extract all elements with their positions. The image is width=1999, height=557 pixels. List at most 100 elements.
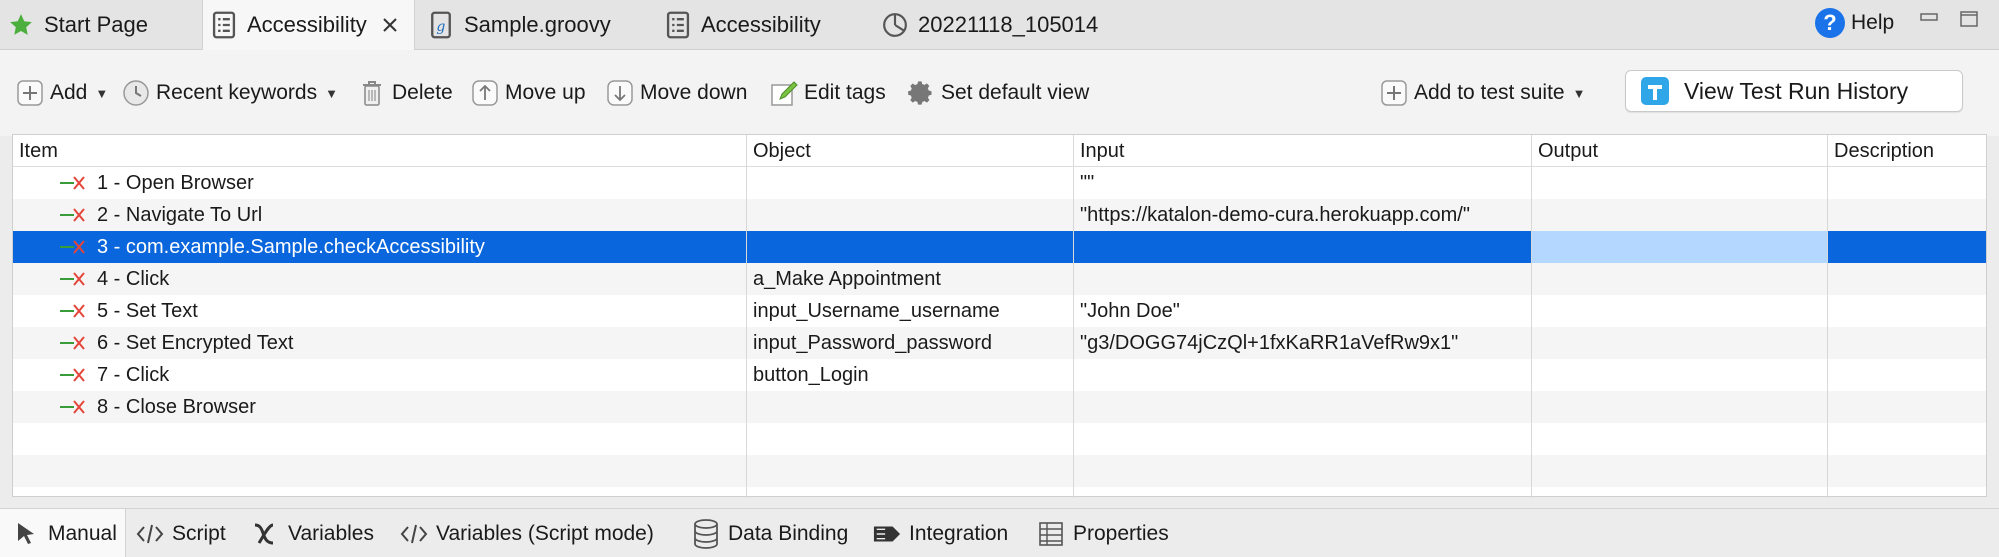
gear-icon	[907, 79, 935, 107]
table-row[interactable]: 7 - Clickbutton_Login	[13, 359, 1986, 391]
integration-icon	[873, 520, 901, 548]
edit-tags-button[interactable]: Edit tags	[770, 74, 886, 112]
tab-label: Integration	[909, 522, 1008, 546]
column-header-input[interactable]: Input	[1076, 135, 1124, 167]
tab-report[interactable]: 20221118_105014	[882, 0, 1098, 50]
step-object-cell[interactable]: input_Username_username	[749, 295, 1069, 327]
move-down-button[interactable]: Move down	[606, 74, 747, 112]
step-output-cell[interactable]	[1534, 167, 1824, 199]
step-input-cell[interactable]: "https://katalon-demo-cura.herokuapp.com…	[1076, 199, 1528, 231]
step-description-cell[interactable]	[1830, 327, 1986, 359]
move-up-button[interactable]: Move up	[471, 74, 586, 112]
report-pie-icon	[882, 11, 908, 39]
column-divider	[746, 135, 747, 498]
column-header-output[interactable]: Output	[1534, 135, 1598, 167]
step-object-cell[interactable]: a_Make Appointment	[749, 263, 1069, 295]
maximize-icon[interactable]	[1959, 10, 1979, 28]
column-header-description[interactable]: Description	[1830, 135, 1934, 167]
tab-script[interactable]: Script	[136, 509, 226, 557]
keyword-step-icon	[59, 334, 87, 352]
tab-label: Accessibility	[247, 12, 367, 38]
plus-icon	[1380, 79, 1408, 107]
tab-label: Variables	[288, 522, 374, 546]
add-button[interactable]: Add ▼	[16, 74, 108, 112]
add-to-test-suite-button[interactable]: Add to test suite ▼	[1380, 74, 1585, 112]
step-input-cell[interactable]	[1076, 391, 1528, 423]
step-object-cell[interactable]	[749, 391, 1069, 423]
table-row-empty	[13, 423, 1986, 455]
step-input-cell[interactable]: "John Doe"	[1076, 295, 1528, 327]
step-description-cell[interactable]	[1830, 295, 1986, 327]
close-icon[interactable]	[379, 14, 401, 36]
tab-accessibility[interactable]: Accessibility	[665, 0, 821, 50]
step-output-cell[interactable]	[1534, 199, 1824, 231]
table-header: Item Object Input Output Description	[13, 135, 1986, 167]
chevron-down-icon[interactable]: ▼	[1573, 86, 1586, 101]
table-row[interactable]: 4 - Clicka_Make Appointment	[13, 263, 1986, 295]
step-description-cell[interactable]	[1830, 231, 1986, 263]
step-output-cell[interactable]	[1534, 263, 1824, 295]
tab-properties[interactable]: Properties	[1037, 509, 1169, 557]
step-object-cell[interactable]	[749, 167, 1069, 199]
tab-label: Data Binding	[728, 522, 848, 546]
step-output-cell[interactable]	[1534, 359, 1824, 391]
test-steps-table: Item Object Input Output Description 1 -…	[12, 134, 1987, 497]
tab-label: Manual	[48, 522, 117, 546]
step-description-cell[interactable]	[1830, 359, 1986, 391]
minimize-icon[interactable]	[1919, 10, 1939, 28]
column-header-item[interactable]: Item	[15, 135, 58, 167]
edit-tags-label: Edit tags	[804, 81, 886, 105]
step-description-cell[interactable]	[1830, 263, 1986, 295]
column-header-object[interactable]: Object	[749, 135, 811, 167]
add-to-test-suite-label: Add to test suite	[1414, 81, 1565, 105]
step-description-cell[interactable]	[1830, 199, 1986, 231]
step-description-cell[interactable]	[1830, 167, 1986, 199]
step-input-cell[interactable]	[1076, 231, 1528, 263]
table-row[interactable]: 8 - Close Browser	[13, 391, 1986, 423]
database-icon	[692, 520, 720, 548]
tab-start-page[interactable]: Start Page	[8, 0, 148, 50]
step-output-cell[interactable]	[1534, 231, 1824, 263]
table-row[interactable]: 3 - com.example.Sample.checkAccessibilit…	[13, 231, 1986, 263]
tab-accessibility-active[interactable]: Accessibility	[202, 0, 415, 50]
step-output-cell[interactable]	[1534, 391, 1824, 423]
move-down-label: Move down	[640, 81, 747, 105]
tab-label: Properties	[1073, 522, 1169, 546]
step-item-label: 2 - Navigate To Url	[97, 199, 262, 231]
step-description-cell[interactable]	[1830, 391, 1986, 423]
editor-mode-tabs: Manual Script Variables Variables (Scrip…	[0, 508, 1999, 557]
tab-sample-groovy[interactable]: g Sample.groovy	[428, 0, 611, 50]
help-button[interactable]: ? Help	[1815, 6, 1894, 40]
step-input-cell[interactable]	[1076, 263, 1528, 295]
tab-data-binding[interactable]: Data Binding	[692, 509, 848, 557]
step-object-cell[interactable]	[749, 199, 1069, 231]
tab-label: Script	[172, 522, 226, 546]
tab-variables-script-mode[interactable]: Variables (Script mode)	[400, 509, 654, 557]
delete-button[interactable]: Delete	[358, 74, 453, 112]
editor-tab-bar: Start Page Accessibility g Sample.groovy…	[0, 0, 1999, 50]
testops-logo-icon	[1640, 76, 1670, 106]
table-row[interactable]: 6 - Set Encrypted Textinput_Password_pas…	[13, 327, 1986, 359]
tab-variables[interactable]: Variables	[252, 509, 374, 557]
step-object-cell[interactable]	[749, 231, 1069, 263]
recent-keywords-button[interactable]: Recent keywords ▼	[122, 74, 338, 112]
trash-icon	[358, 79, 386, 107]
step-input-cell[interactable]: ""	[1076, 167, 1528, 199]
step-input-cell[interactable]	[1076, 359, 1528, 391]
properties-table-icon	[1037, 520, 1065, 548]
step-object-cell[interactable]: button_Login	[749, 359, 1069, 391]
step-input-cell[interactable]: "g3/DOGG74jCzQl+1fxKaRR1aVefRw9x1"	[1076, 327, 1528, 359]
set-default-view-button[interactable]: Set default view	[907, 74, 1089, 112]
keyword-step-icon	[59, 174, 87, 192]
table-row[interactable]: 2 - Navigate To Url "https://katalon-demo…	[13, 199, 1986, 231]
step-object-cell[interactable]: input_Password_password	[749, 327, 1069, 359]
chevron-down-icon[interactable]: ▼	[95, 86, 108, 101]
table-row[interactable]: 1 - Open Browser""	[13, 167, 1986, 199]
step-output-cell[interactable]	[1534, 295, 1824, 327]
chevron-down-icon[interactable]: ▼	[325, 86, 338, 101]
table-row[interactable]: 5 - Set Textinput_Username_username"John…	[13, 295, 1986, 327]
view-test-run-history-button[interactable]: View Test Run History	[1625, 70, 1963, 112]
tab-manual[interactable]: Manual	[0, 509, 126, 557]
tab-integration[interactable]: Integration	[873, 509, 1008, 557]
step-output-cell[interactable]	[1534, 327, 1824, 359]
